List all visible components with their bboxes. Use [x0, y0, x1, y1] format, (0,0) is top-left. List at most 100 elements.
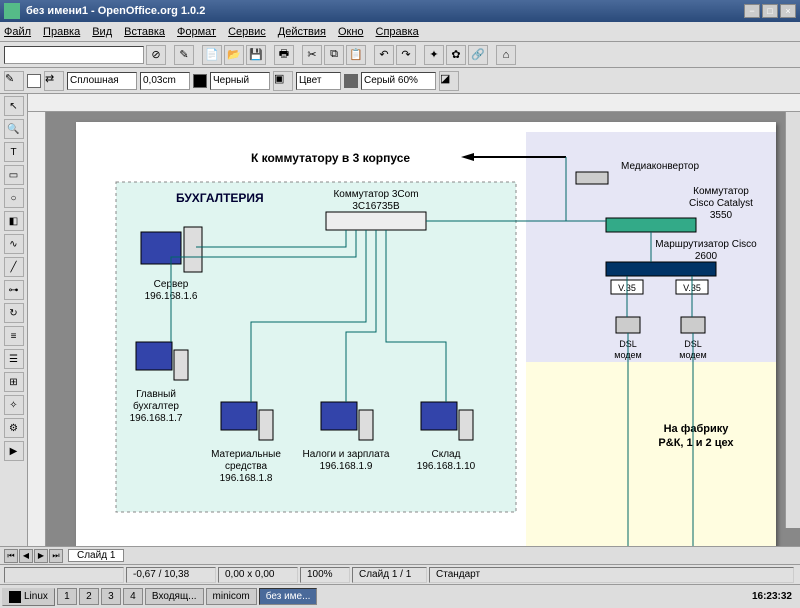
insert-icon[interactable]: ⊞ [4, 372, 24, 392]
menu-view[interactable]: Вид [92, 26, 112, 38]
cisco-sw-l3: 3550 [710, 210, 733, 221]
desktop-2[interactable]: 2 [79, 588, 99, 605]
menu-insert[interactable]: Вставка [124, 26, 165, 38]
cisco-rt-l2: 2600 [695, 251, 718, 262]
taxes-l2: 196.168.1.9 [320, 461, 373, 472]
gallery-icon[interactable]: ⌂ [496, 45, 516, 65]
cisco-rt-l1: Маршрутизатор Cisco [655, 239, 757, 250]
mainacc-tower [174, 350, 188, 380]
cisco-sw-l2: Cisco Catalyst [689, 198, 753, 209]
edit-icon[interactable]: ✎ [174, 45, 194, 65]
tab-next-icon[interactable]: ▶ [34, 549, 48, 563]
line-color-swatch[interactable] [193, 74, 207, 88]
zoom-tool-icon[interactable]: 🔍 [4, 119, 24, 139]
horizontal-ruler[interactable] [28, 94, 800, 112]
materials-l3: 196.168.1.8 [220, 473, 273, 484]
media-converter-box [576, 172, 608, 184]
line-swatch-icon[interactable] [27, 74, 41, 88]
slide[interactable]: К коммутатору в 3 корпусе Медиаконвертор… [76, 122, 776, 546]
effects-icon[interactable]: ✧ [4, 395, 24, 415]
menu-service[interactable]: Сервис [228, 26, 266, 38]
fill-icon[interactable]: ▣ [273, 71, 293, 91]
connector-tool-icon[interactable]: ⊶ [4, 280, 24, 300]
desktop-1[interactable]: 1 [57, 588, 77, 605]
materials-l1: Материальные [211, 449, 281, 460]
maximize-button[interactable]: □ [762, 4, 778, 18]
save-icon[interactable]: 💾 [246, 45, 266, 65]
close-button[interactable]: × [780, 4, 796, 18]
line-width-combo[interactable]: 0,03cm [140, 72, 190, 90]
materials-l2: средства [225, 461, 268, 472]
copy-icon[interactable]: ⧉ [324, 45, 344, 65]
start-button[interactable]: Linux [2, 588, 55, 606]
materials-monitor [221, 402, 257, 430]
window-title: без имени1 - OpenOffice.org 1.0.2 [26, 5, 742, 17]
open-icon[interactable]: 📂 [224, 45, 244, 65]
minimize-button[interactable]: − [744, 4, 760, 18]
hyperlink-icon[interactable]: 🔗 [468, 45, 488, 65]
redo-icon[interactable]: ↷ [396, 45, 416, 65]
shadow-icon[interactable]: ◪ [439, 71, 459, 91]
ellipse-tool-icon[interactable]: ○ [4, 188, 24, 208]
server-tower [184, 227, 202, 272]
align-tool-icon[interactable]: ≡ [4, 326, 24, 346]
tab-last-icon[interactable]: ⏭ [49, 549, 63, 563]
line-color-combo[interactable]: Черный [210, 72, 270, 90]
statusbar: -0,67 / 10,38 0,00 x 0,00 100% Слайд 1 /… [0, 564, 800, 584]
paste-icon[interactable]: 📋 [346, 45, 366, 65]
taskbar: Linux 1 2 3 4 Входящ... minicom без име.… [0, 584, 800, 608]
task-mail[interactable]: Входящ... [145, 588, 204, 605]
arrange-tool-icon[interactable]: ☰ [4, 349, 24, 369]
menu-window[interactable]: Окно [338, 26, 364, 38]
fill-color-swatch[interactable] [344, 74, 358, 88]
url-combo[interactable] [4, 46, 144, 64]
menu-format[interactable]: Формат [177, 26, 216, 38]
task-minicom[interactable]: minicom [206, 588, 257, 605]
dsl-b-box [681, 317, 705, 333]
accounting-title: БУХГАЛТЕРИЯ [176, 191, 264, 205]
text-tool-icon[interactable]: T [4, 142, 24, 162]
status-coords: -0,67 / 10,38 [126, 567, 216, 583]
status-size: 0,00 x 0,00 [218, 567, 298, 583]
navigator-icon[interactable]: ✦ [424, 45, 444, 65]
animation-icon[interactable]: ▶ [4, 441, 24, 461]
tab-prev-icon[interactable]: ◀ [19, 549, 33, 563]
print-icon[interactable]: 🖶 [274, 45, 294, 65]
toolbar-main: ⊘ ✎ 📄 📂 💾 🖶 ✂ ⧉ 📋 ↶ ↷ ✦ ✿ 🔗 ⌂ [0, 42, 800, 68]
slide-tabbar: ⏮ ◀ ▶ ⏭ Слайд 1 [0, 546, 800, 564]
stop-icon[interactable]: ⊘ [146, 45, 166, 65]
canvas[interactable]: К коммутатору в 3 корпусе Медиаконвертор… [46, 112, 800, 546]
status-zoom[interactable]: 100% [300, 567, 350, 583]
vertical-ruler[interactable] [28, 112, 46, 546]
slide-tab-1[interactable]: Слайд 1 [68, 549, 124, 562]
menu-actions[interactable]: Действия [278, 26, 326, 38]
fill-color-combo[interactable]: Серый 60% [361, 72, 436, 90]
line-style-combo[interactable]: Сплошная [67, 72, 137, 90]
scrollbar-vertical[interactable] [785, 112, 800, 528]
status-slide: Слайд 1 / 1 [352, 567, 427, 583]
menu-help[interactable]: Справка [376, 26, 419, 38]
undo-icon[interactable]: ↶ [374, 45, 394, 65]
task-openoffice[interactable]: без име... [259, 588, 318, 605]
fill-style-combo[interactable]: Цвет [296, 72, 341, 90]
styles-icon[interactable]: ✿ [446, 45, 466, 65]
edit-points-icon[interactable]: ✎ [4, 71, 24, 91]
select-tool-icon[interactable]: ↖ [4, 96, 24, 116]
arrow-style-icon[interactable]: ⇄ [44, 71, 64, 91]
warehouse-l2: 196.168.1.10 [417, 461, 476, 472]
taxes-tower [359, 410, 373, 440]
rotate-tool-icon[interactable]: ↻ [4, 303, 24, 323]
media-converter-label: Медиаконвертор [621, 161, 699, 172]
interaction-icon[interactable]: ⚙ [4, 418, 24, 438]
desktop-4[interactable]: 4 [123, 588, 143, 605]
line-tool-icon[interactable]: ╱ [4, 257, 24, 277]
menu-edit[interactable]: Правка [43, 26, 80, 38]
cut-icon[interactable]: ✂ [302, 45, 322, 65]
tab-first-icon[interactable]: ⏮ [4, 549, 18, 563]
curve-tool-icon[interactable]: ∿ [4, 234, 24, 254]
3d-tool-icon[interactable]: ◧ [4, 211, 24, 231]
desktop-3[interactable]: 3 [101, 588, 121, 605]
rect-tool-icon[interactable]: ▭ [4, 165, 24, 185]
menu-file[interactable]: Файл [4, 26, 31, 38]
new-icon[interactable]: 📄 [202, 45, 222, 65]
